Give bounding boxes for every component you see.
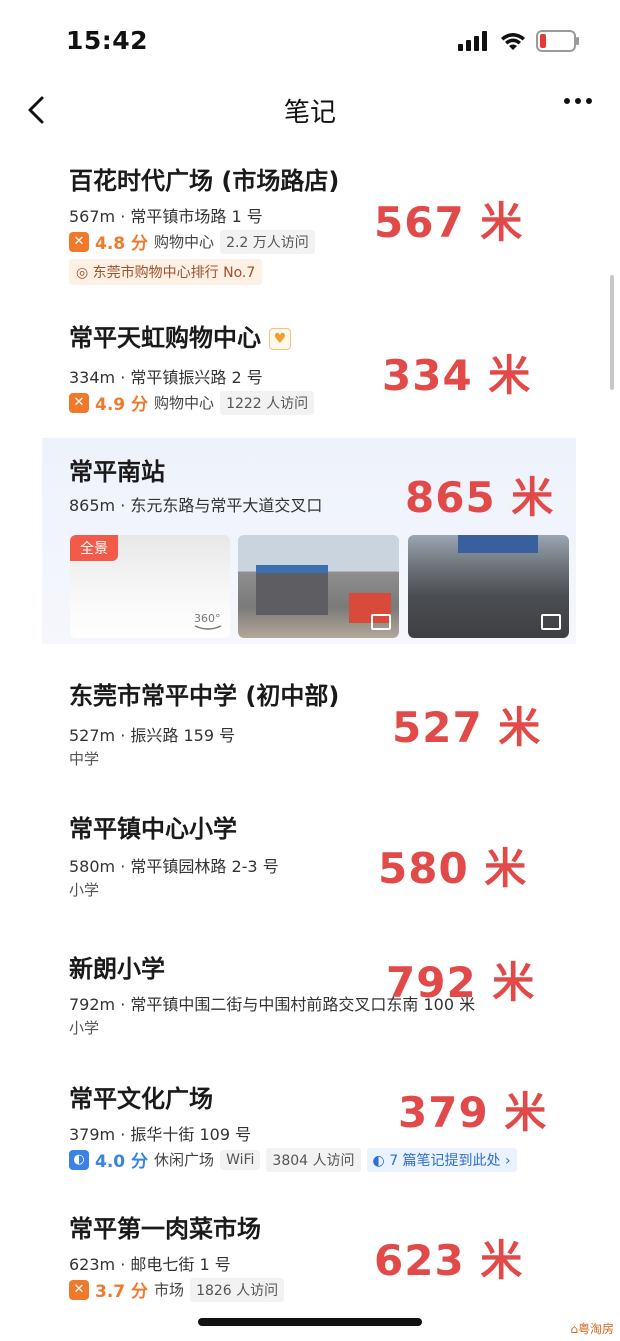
distance-label: 580 米 <box>378 844 528 893</box>
notes-mention-label: 7 篇笔记提到此处 <box>389 1152 501 1169</box>
place-category: 购物中心 <box>154 394 215 412</box>
rating-logo-icon: ✕ <box>69 1279 89 1300</box>
place-title: 常平天虹购物中心 ♥ <box>69 318 291 353</box>
distance-label: 792 米 <box>386 958 536 1007</box>
svg-text:360°: 360° <box>194 612 221 625</box>
place-address: 623m · 邮电七街 1 号 <box>69 1255 231 1274</box>
list-item[interactable]: 东莞市常平中学 (初中部) 527m · 振兴路 159 号 中学 527 米 <box>42 672 576 782</box>
distance-label: 865 米 <box>405 473 555 522</box>
visit-count: 1222 人访问 <box>220 390 315 415</box>
list-item[interactable]: 常平第一肉菜市场 623m · 邮电七街 1 号 ✕ 3.7 分 市场 1826… <box>42 1205 576 1310</box>
place-category: 休闲广场 <box>154 1151 215 1169</box>
ranking-label: 东莞市购物中心排行 No.7 <box>92 265 256 281</box>
nav-bar: 笔记 <box>0 80 620 140</box>
rating-logo-icon: ✕ <box>69 392 89 413</box>
rating-row: ✕ 4.9 分 购物中心 1222 人访问 <box>69 390 315 415</box>
rating-logo-icon: ✕ <box>69 231 89 252</box>
panorama-thumbnail[interactable]: 全景 360° <box>70 535 230 638</box>
place-title: 常平南站 <box>69 458 165 486</box>
image-icon <box>541 614 561 630</box>
more-options-icon[interactable] <box>564 98 592 104</box>
heart-badge-icon: ♥ <box>269 328 291 350</box>
place-title: 常平第一肉菜市场 <box>69 1215 261 1243</box>
list-item[interactable]: 百花时代广场 (市场路店) 567m · 常平镇市场路 1 号 ✕ 4.8 分 … <box>42 155 576 290</box>
place-type: 小学 <box>69 881 100 899</box>
place-address: 527m · 振兴路 159 号 <box>69 726 236 745</box>
panorama-badge: 全景 <box>70 535 118 561</box>
ranking-badge[interactable]: ◎ 东莞市购物中心排行 No.7 <box>69 259 263 285</box>
place-title: 常平文化广场 <box>69 1085 213 1113</box>
watermark: ⌂粤淘房 <box>570 1320 614 1337</box>
notes-logo-icon: ◐ <box>372 1152 390 1169</box>
distance-label: 623 米 <box>374 1236 524 1285</box>
distance-label: 379 米 <box>398 1088 548 1137</box>
place-address: 580m · 常平镇园林路 2-3 号 <box>69 857 279 876</box>
rating-logo-icon: ◐ <box>69 1149 89 1170</box>
home-indicator[interactable] <box>198 1318 422 1326</box>
place-title: 常平镇中心小学 <box>69 815 237 843</box>
rating-row: ✕ 3.7 分 市场 1826 人访问 <box>69 1277 285 1302</box>
list-item[interactable]: 常平天虹购物中心 ♥ 334m · 常平镇振兴路 2 号 ✕ 4.9 分 购物中心… <box>42 310 576 420</box>
rating-row: ◐ 4.0 分 休闲广场 WiFi 3804 人访问 ◐ 7 篇笔记提到此处 › <box>69 1147 517 1172</box>
cellular-signal-icon <box>458 31 487 51</box>
status-time: 15:42 <box>66 26 149 55</box>
ranking-icon: ◎ <box>76 265 93 281</box>
place-title: 新朗小学 <box>69 955 165 983</box>
battery-low-icon <box>536 30 579 52</box>
distance-label: 527 米 <box>392 703 542 752</box>
rating-score: 4.8 分 <box>95 234 149 254</box>
station-photo[interactable] <box>408 535 569 638</box>
list-item[interactable]: 常平镇中心小学 580m · 常平镇园林路 2-3 号 小学 580 米 <box>42 805 576 910</box>
visit-count: 1826 人访问 <box>190 1277 285 1302</box>
wifi-tag: WiFi <box>220 1149 261 1170</box>
list-item[interactable]: 新朗小学 792m · 常平镇中围二街与中围村前路交叉口东南 100 米 小学 … <box>42 945 576 1050</box>
station-sign-shape <box>458 535 538 553</box>
place-title-text: 常平天虹购物中心 <box>69 324 261 352</box>
visit-count: 2.2 万人访问 <box>220 229 315 254</box>
rating-row: ✕ 4.8 分 购物中心 2.2 万人访问 <box>69 229 315 254</box>
status-icons <box>458 30 580 52</box>
watermark-text: 粤淘房 <box>577 1322 614 1336</box>
house-logo-icon: ⌂ <box>570 1322 578 1336</box>
rating-score: 4.9 分 <box>95 395 149 415</box>
image-icon <box>371 614 391 630</box>
place-title: 东莞市常平中学 (初中部) <box>69 682 340 710</box>
place-category: 市场 <box>154 1281 185 1299</box>
place-title: 百花时代广场 (市场路店) <box>69 167 340 195</box>
rating-score: 4.0 分 <box>95 1152 149 1172</box>
chevron-right-icon: › <box>500 1152 511 1169</box>
distance-label: 567 米 <box>374 198 524 247</box>
distance-label: 334 米 <box>382 351 532 400</box>
visit-count: 3804 人访问 <box>266 1147 361 1172</box>
place-address: 334m · 常平镇振兴路 2 号 <box>69 368 263 387</box>
place-category: 购物中心 <box>154 233 215 251</box>
page-title: 笔记 <box>283 98 336 128</box>
status-bar: 15:42 <box>0 0 620 80</box>
wifi-icon <box>501 33 525 50</box>
place-address: 379m · 振华十街 109 号 <box>69 1125 252 1144</box>
360-view-icon: 360° <box>194 612 222 630</box>
rating-score: 3.7 分 <box>95 1282 149 1302</box>
station-photo[interactable] <box>238 535 399 638</box>
scroll-indicator[interactable] <box>610 275 614 390</box>
list-item[interactable]: 常平文化广场 379m · 振华十街 109 号 ◐ 4.0 分 休闲广场 Wi… <box>42 1075 576 1185</box>
place-address: 567m · 常平镇市场路 1 号 <box>69 207 263 226</box>
notes-mention-link[interactable]: ◐ 7 篇笔记提到此处 › <box>366 1147 517 1172</box>
place-address: 865m · 东元东路与常平大道交叉口 <box>69 496 323 515</box>
place-type: 中学 <box>69 750 100 768</box>
place-type: 小学 <box>69 1019 100 1037</box>
station-building-shape <box>256 565 328 615</box>
